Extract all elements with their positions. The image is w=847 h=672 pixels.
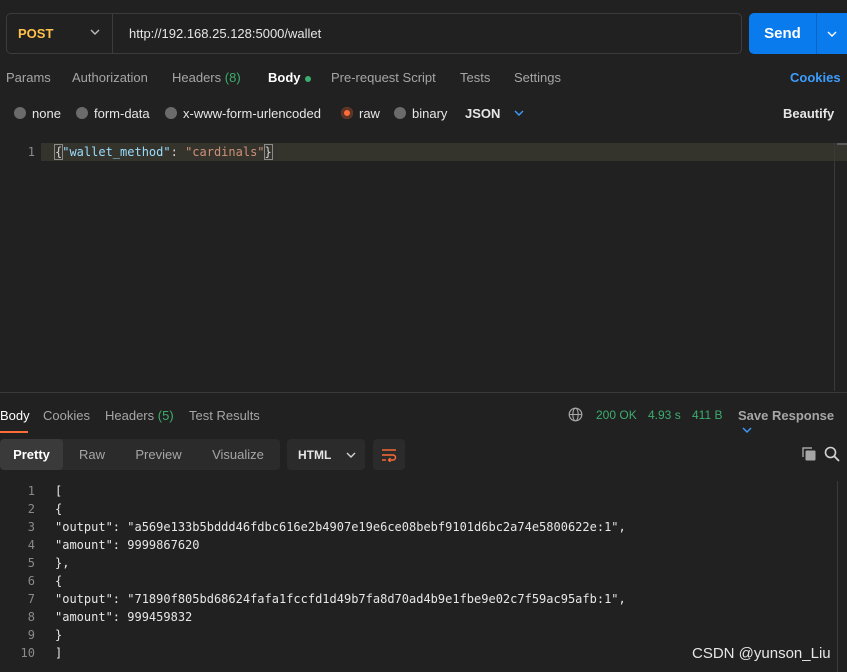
response-line: { [55, 502, 63, 516]
wrap-lines-icon [382, 448, 397, 462]
save-response-button[interactable]: Save Response [738, 408, 847, 438]
response-tab-headers-label: Headers [105, 408, 155, 423]
response-line: ] [55, 646, 63, 660]
watermark: CSDN @yunson_Liu [692, 645, 831, 662]
tab-headers-label: Headers [172, 70, 222, 85]
wrap-lines-button[interactable] [373, 439, 405, 470]
response-time[interactable]: 4.93 s [648, 408, 681, 422]
line-number: 8 [27, 610, 35, 624]
response-line: }, [55, 556, 70, 570]
response-tab-body[interactable]: Body [0, 408, 30, 423]
radio-icon [165, 107, 177, 119]
response-format-label: HTML [298, 447, 332, 462]
json-key: "wallet_method" [62, 145, 171, 159]
request-body-editor[interactable] [0, 142, 847, 392]
tab-tests[interactable]: Tests [460, 70, 490, 86]
chevron-down-icon [742, 427, 752, 433]
method-label: POST [18, 26, 54, 41]
body-format-select[interactable]: JSON [465, 106, 524, 122]
view-mode-segmented-control: Pretty Raw Preview Visualize [0, 439, 280, 470]
line-number: 6 [27, 574, 35, 588]
radio-selected-icon [341, 107, 353, 119]
url-bar: POST http://192.168.25.128:5000/wallet [6, 13, 742, 54]
tab-authorization[interactable]: Authorization [72, 70, 148, 86]
copy-icon[interactable] [801, 446, 817, 462]
radio-form-data-label: form-data [94, 106, 150, 121]
line-number: 1 [27, 484, 35, 498]
radio-icon [76, 107, 88, 119]
headers-count-badge: (8) [224, 70, 241, 85]
line-number: 1 [27, 145, 35, 159]
url-input[interactable]: http://192.168.25.128:5000/wallet [113, 26, 321, 41]
line-number: 3 [27, 520, 35, 534]
tab-pre-request-script[interactable]: Pre-request Script [331, 70, 436, 86]
chevron-down-icon [827, 31, 837, 37]
response-tab-headers[interactable]: Headers (5) [105, 408, 174, 423]
request-body-code: {"wallet_method": "cardinals"} [53, 144, 273, 160]
radio-none-label: none [32, 106, 61, 121]
response-tab-test-results[interactable]: Test Results [189, 408, 260, 423]
radio-none[interactable]: none [14, 106, 61, 122]
save-response-label: Save Response [738, 408, 835, 423]
response-line: { [55, 574, 63, 588]
response-line: } [55, 628, 63, 642]
view-visualize-button[interactable]: Visualize [196, 439, 280, 470]
line-number: 5 [27, 556, 35, 570]
search-icon[interactable] [824, 446, 840, 462]
response-line: "amount": 999459832 [55, 610, 193, 624]
response-line: [ [55, 484, 63, 498]
response-line: "output": "71890f805bd68624fafa1fccfd1d4… [55, 592, 626, 606]
response-tab-cookies[interactable]: Cookies [43, 408, 90, 423]
body-indicator-dot [304, 75, 311, 82]
beautify-button[interactable]: Beautify [783, 106, 834, 122]
line-number: 2 [27, 502, 35, 516]
radio-urlencoded-label: x-www-form-urlencoded [183, 106, 321, 121]
send-button-group: Send [749, 13, 847, 54]
response-scrollbar[interactable] [837, 481, 847, 672]
response-format-select[interactable]: HTML [287, 439, 365, 470]
response-line: "output": "a569e133b5bddd46fdbc616e2b490… [55, 520, 626, 534]
tab-headers[interactable]: Headers (8) [172, 70, 241, 86]
chevron-down-icon [90, 29, 100, 35]
view-raw-button[interactable]: Raw [63, 439, 121, 470]
json-value: "cardinals" [185, 145, 265, 159]
tab-settings[interactable]: Settings [514, 70, 561, 86]
radio-icon [394, 107, 406, 119]
tab-body[interactable]: Body [268, 70, 311, 86]
response-line: "amount": 9999867620 [55, 538, 200, 552]
line-number: 4 [27, 538, 35, 552]
close-brace: } [263, 144, 273, 160]
send-options-button[interactable] [816, 13, 847, 54]
radio-urlencoded[interactable]: x-www-form-urlencoded [165, 106, 321, 122]
response-size[interactable]: 411 B [692, 408, 722, 422]
json-colon: : [170, 145, 186, 159]
tab-body-label: Body [268, 70, 301, 85]
radio-icon [14, 107, 26, 119]
radio-raw-label: raw [359, 106, 380, 121]
view-pretty-button[interactable]: Pretty [0, 439, 63, 470]
send-button[interactable]: Send [749, 25, 816, 42]
pane-divider[interactable] [0, 392, 847, 393]
chevron-down-icon [514, 110, 524, 116]
body-format-label: JSON [465, 106, 501, 121]
line-number: 9 [27, 628, 35, 642]
radio-form-data[interactable]: form-data [76, 106, 150, 122]
method-select[interactable]: POST [7, 14, 113, 53]
chevron-down-icon [346, 452, 356, 458]
line-number: 7 [27, 592, 35, 606]
active-tab-underline [0, 431, 28, 433]
scrollbar-thumb[interactable] [837, 143, 847, 145]
line-number: 10 [20, 646, 35, 660]
radio-binary-label: binary [412, 106, 448, 121]
view-preview-button[interactable]: Preview [121, 439, 196, 470]
editor-scrollbar[interactable] [834, 143, 847, 391]
radio-binary[interactable]: binary [394, 106, 447, 122]
globe-icon[interactable] [568, 407, 583, 422]
cookies-link[interactable]: Cookies [790, 70, 841, 86]
tab-params[interactable]: Params [6, 70, 51, 86]
response-headers-count-badge: (5) [157, 408, 174, 423]
radio-raw[interactable]: raw [341, 106, 380, 122]
status-code[interactable]: 200 OK [596, 408, 637, 422]
